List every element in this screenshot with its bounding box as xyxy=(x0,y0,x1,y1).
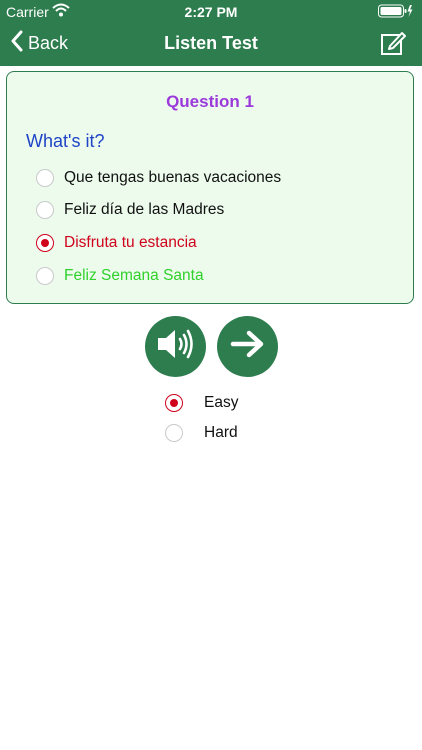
radio-button[interactable] xyxy=(36,169,54,187)
nav-title: Listen Test xyxy=(164,33,258,53)
mode-label: Easy xyxy=(204,394,239,411)
question-card: Question 1 What's it? Que tengas buenas … xyxy=(6,71,414,304)
nav-bar: Back Listen Test xyxy=(0,22,422,66)
question-prompt: What's it? xyxy=(26,131,105,151)
play-audio-button[interactable] xyxy=(145,316,206,377)
radio-button[interactable] xyxy=(36,267,54,285)
arrow-right-icon xyxy=(230,329,266,364)
mode-option-easy[interactable]: Easy xyxy=(165,394,238,412)
answer-label: Que tengas buenas vacaciones xyxy=(64,169,282,186)
battery-icon xyxy=(378,4,414,21)
radio-button[interactable] xyxy=(36,234,54,252)
mode-option-hard[interactable]: Hard xyxy=(165,424,238,442)
speaker-icon xyxy=(156,327,196,366)
status-bar: Carrier 2:27 PM xyxy=(0,0,422,22)
radio-button[interactable] xyxy=(36,201,54,219)
answer-label: Feliz día de las Madres xyxy=(64,201,225,218)
answer-option[interactable]: Disfruta tu estancia xyxy=(36,234,197,252)
radio-button[interactable] xyxy=(165,394,183,412)
answer-option[interactable]: Que tengas buenas vacaciones xyxy=(36,169,281,187)
mode-label: Hard xyxy=(204,424,238,441)
answer-option[interactable]: Feliz Semana Santa xyxy=(36,267,204,285)
header: Carrier 2:27 PM Back Listen Test xyxy=(0,0,422,66)
next-question-button[interactable] xyxy=(217,316,278,377)
clock: 2:27 PM xyxy=(184,4,238,20)
answer-option[interactable]: Feliz día de las Madres xyxy=(36,201,224,219)
answer-label: Feliz Semana Santa xyxy=(64,267,204,284)
question-title: Question 1 xyxy=(166,92,254,111)
edit-button[interactable] xyxy=(380,30,406,61)
edit-icon xyxy=(380,32,406,60)
answer-label: Disfruta tu estancia xyxy=(64,234,197,251)
radio-button[interactable] xyxy=(165,424,183,442)
